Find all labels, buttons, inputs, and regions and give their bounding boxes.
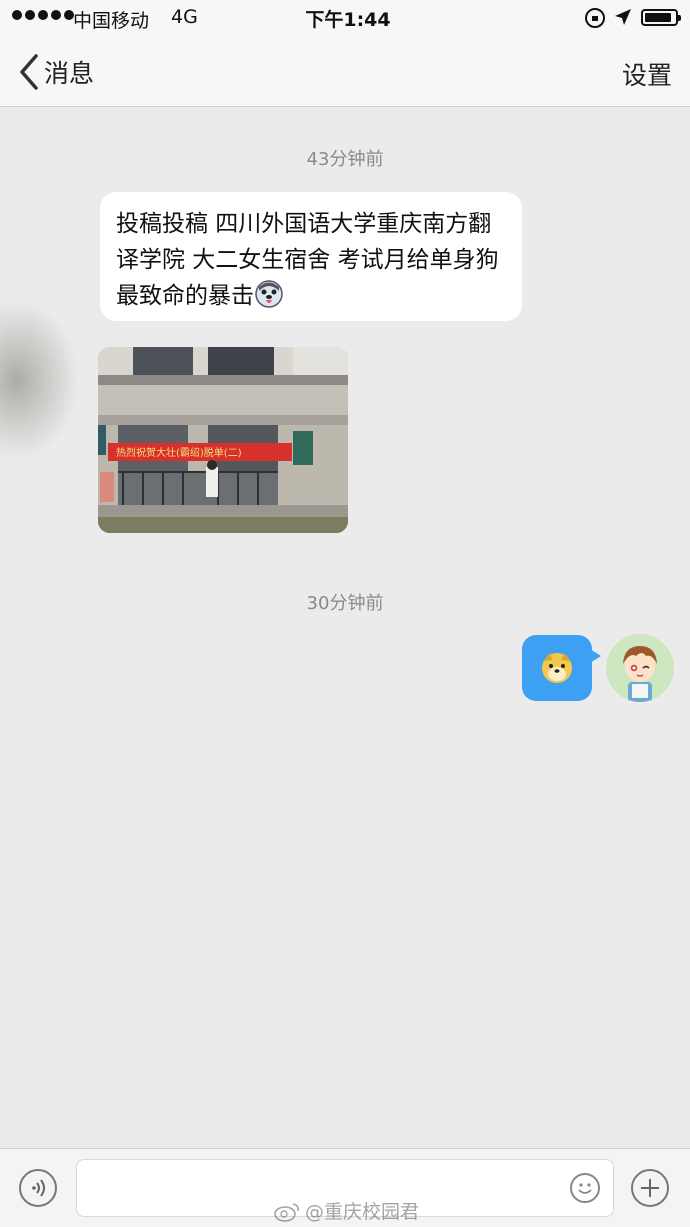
message-timestamp: 30分钟前 (306, 593, 384, 614)
status-bar: 中国移动 4G 下午1:44 (0, 0, 690, 36)
avatar[interactable] (606, 634, 674, 702)
plus-icon (641, 1179, 659, 1197)
incoming-photo[interactable]: 热烈祝贺大壮(霸绍)脱单(二) (98, 347, 348, 533)
orientation-lock-icon (585, 8, 605, 28)
location-arrow-icon (615, 9, 631, 25)
more-actions-button[interactable] (631, 1169, 669, 1207)
status-time: 下午1:44 (305, 9, 391, 31)
outgoing-message-bubble[interactable] (522, 635, 601, 701)
network-type: 4G (171, 6, 198, 28)
watermark: @重庆校园君 (273, 1197, 419, 1224)
watermark-text: @重庆校园君 (305, 1201, 420, 1223)
battery-icon (641, 9, 681, 26)
cartoon-boy-avatar-icon (606, 634, 674, 702)
incoming-message-bubble[interactable]: 投稿投稿 四川外国语大学重庆南方翻译学院 大二女生宿舍 考试月给单身狗最致命的暴… (100, 192, 522, 321)
smiley-icon (578, 1183, 592, 1194)
back-button[interactable]: 消息 (16, 50, 94, 94)
doge-emoji-icon (542, 653, 572, 683)
message-text: 投稿投稿 四川外国语大学重庆南方翻译学院 大二女生宿舍 考试月给单身狗最致命的暴… (116, 211, 499, 309)
message-timestamp: 43分钟前 (306, 149, 384, 170)
back-label: 消息 (44, 59, 95, 88)
banner-text: 热烈祝贺大壮(霸绍)脱单(二) (116, 446, 242, 459)
husky-emoji-icon (255, 280, 283, 308)
signal-strength-icon (12, 10, 74, 20)
dormitory-photo: 热烈祝贺大壮(霸绍)脱单(二) (98, 347, 348, 533)
voice-input-button[interactable] (19, 1169, 57, 1207)
weibo-logo-icon (274, 1202, 299, 1222)
blurred-overlay (0, 300, 80, 460)
carrier-name: 中国移动 (73, 10, 150, 32)
settings-button[interactable]: 设置 (622, 56, 672, 92)
navigation-bar: 消息 设置 (0, 36, 690, 107)
chevron-left-icon (20, 54, 38, 90)
emoji-button[interactable] (570, 1173, 600, 1203)
voice-wave-icon (32, 1179, 45, 1197)
